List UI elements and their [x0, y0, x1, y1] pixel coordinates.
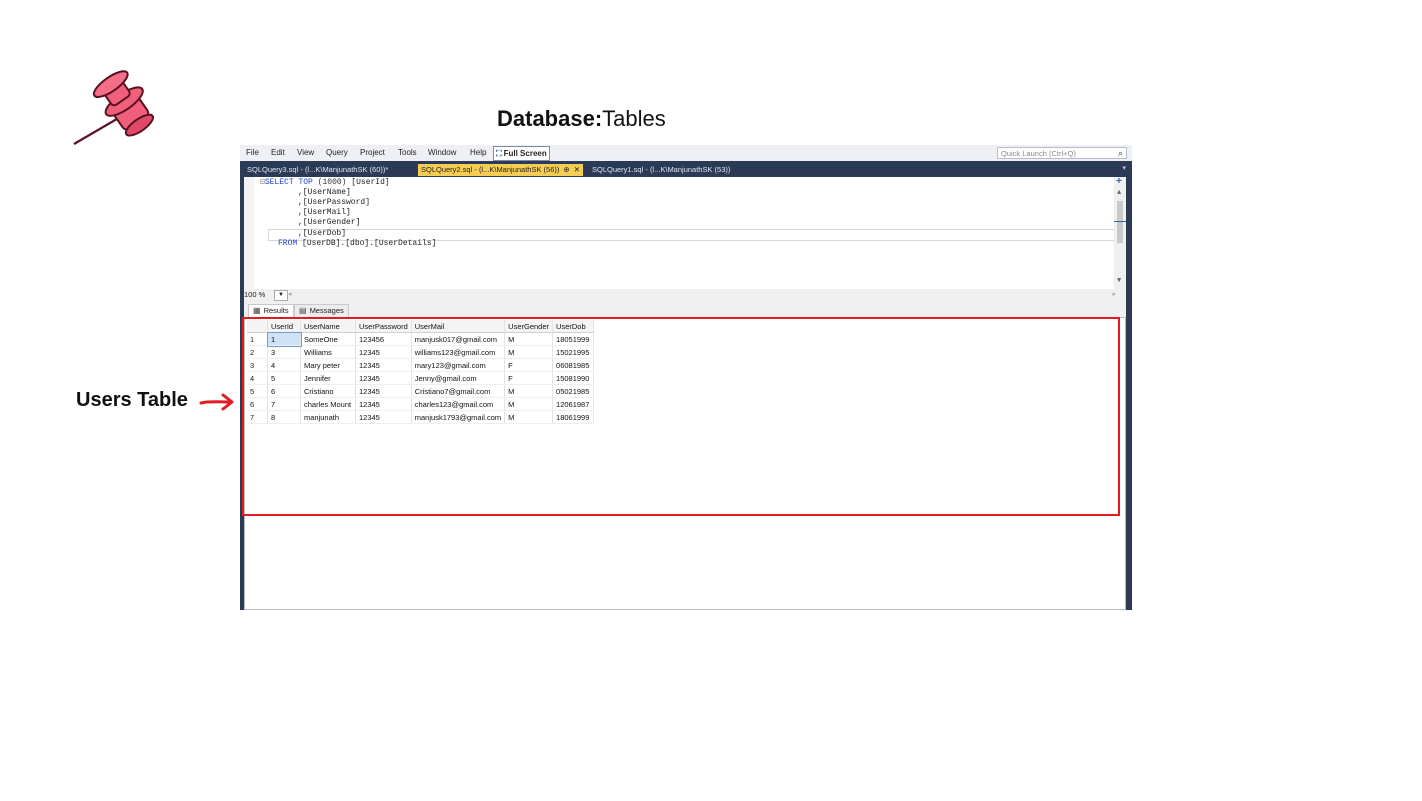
results-tab-bar: ▦ Results ▤ Messages	[244, 301, 1126, 317]
editor-gutter	[244, 177, 254, 289]
tab-messages-label: Messages	[309, 306, 344, 315]
slide-title-bold: Database:	[497, 106, 603, 131]
pin-tab-icon[interactable]: ⊕	[563, 165, 569, 174]
fullscreen-icon: ⛶	[496, 149, 502, 158]
full-screen-button[interactable]: ⛶ Full Screen	[493, 146, 550, 161]
highlight-box	[242, 317, 1120, 516]
slide-title-rest: Tables	[602, 106, 666, 131]
menu-file[interactable]: File	[246, 148, 259, 157]
first-column: [UserId]	[351, 178, 390, 187]
top-number: (1000)	[317, 178, 347, 187]
tab-sqlquery3[interactable]: SQLQuery3.sql - (l...K\ManjunathSK (60))…	[244, 164, 391, 176]
quick-launch-input[interactable]: Quick Launch (Ctrl+Q) ⌕	[997, 147, 1127, 159]
keyword-top: TOP	[298, 178, 313, 187]
tab-label: SQLQuery2.sql - (l...K\ManjunathSK (56))	[421, 165, 560, 174]
code-line-select: ⊟SELECT TOP (1000) [UserId]	[260, 178, 390, 188]
tab-sqlquery2[interactable]: SQLQuery2.sql - (l...K\ManjunathSK (56))…	[418, 164, 583, 176]
tab-results-label: Results	[263, 306, 289, 315]
slide-title: Database:Tables	[497, 106, 666, 132]
from-table: [UserDB].[dbo].[UserDetails]	[302, 239, 437, 248]
code-line-column: ,[UserName]	[298, 188, 351, 197]
tab-overflow-icon[interactable]: ▾	[1122, 164, 1126, 172]
menu-help[interactable]: Help	[470, 148, 486, 157]
editor-scrollbar[interactable]: + ▲ ▼	[1114, 177, 1126, 289]
code-line-from: FROM [UserDB].[dbo].[UserDetails]	[278, 239, 436, 249]
tab-sqlquery1[interactable]: SQLQuery1.sql - (l...K\ManjunathSK (53))	[589, 164, 733, 176]
quick-launch-placeholder: Quick Launch (Ctrl+Q)	[1001, 149, 1076, 158]
menu-view[interactable]: View	[297, 148, 314, 157]
full-screen-label: Full Screen	[503, 149, 547, 158]
menu-tools[interactable]: Tools	[398, 148, 417, 157]
code-line-column: ,[UserGender]	[298, 218, 361, 227]
scroll-right-icon[interactable]: ▸	[1112, 290, 1116, 298]
scroll-up-icon[interactable]: ▲	[1117, 189, 1121, 197]
scroll-left-icon[interactable]: ◂	[288, 290, 292, 298]
scroll-down-icon[interactable]: ▼	[1117, 277, 1121, 285]
menu-window[interactable]: Window	[428, 148, 456, 157]
keyword-from: FROM	[278, 239, 298, 248]
split-icon[interactable]: +	[1116, 177, 1122, 188]
search-icon[interactable]: ⌕	[1118, 147, 1123, 159]
menu-edit[interactable]: Edit	[271, 148, 285, 157]
code-line-column: ,[UserMail]	[298, 208, 351, 217]
users-table-label: Users Table	[76, 389, 188, 411]
menu-project[interactable]: Project	[360, 148, 385, 157]
menu-query[interactable]: Query	[326, 148, 348, 157]
code-line-column: ,[UserPassword]	[298, 198, 371, 207]
tab-results[interactable]: ▦ Results	[248, 304, 294, 317]
grid-icon: ▦	[253, 306, 261, 315]
chevron-down-icon[interactable]: ▼	[274, 290, 288, 301]
pushpin-icon	[73, 70, 154, 145]
menu-bar: File Edit View Query Project Tools Windo…	[240, 145, 1132, 161]
scroll-thumb[interactable]	[1117, 201, 1123, 243]
zoom-level[interactable]: 100 %	[244, 290, 265, 300]
close-icon[interactable]: ✕	[574, 165, 580, 174]
code-line-column: ,[UserDob]	[298, 229, 347, 238]
query-editor[interactable]: ⊟SELECT TOP (1000) [UserId] ,[UserName] …	[244, 177, 1126, 289]
document-tab-bar: SQLQuery3.sql - (l...K\ManjunathSK (60))…	[240, 161, 1132, 177]
scroll-marker	[1114, 221, 1126, 222]
keyword-select: SELECT	[264, 178, 294, 187]
tab-messages[interactable]: ▤ Messages	[294, 304, 349, 317]
zoom-bar: 100 % ▼ ◂ ▸	[244, 289, 1126, 301]
tab-label: SQLQuery3.sql - (l...K\ManjunathSK (60))…	[247, 165, 389, 174]
arrow-right-icon	[199, 393, 234, 411]
messages-icon: ▤	[299, 306, 307, 315]
tab-label: SQLQuery1.sql - (l...K\ManjunathSK (53))	[592, 165, 731, 174]
